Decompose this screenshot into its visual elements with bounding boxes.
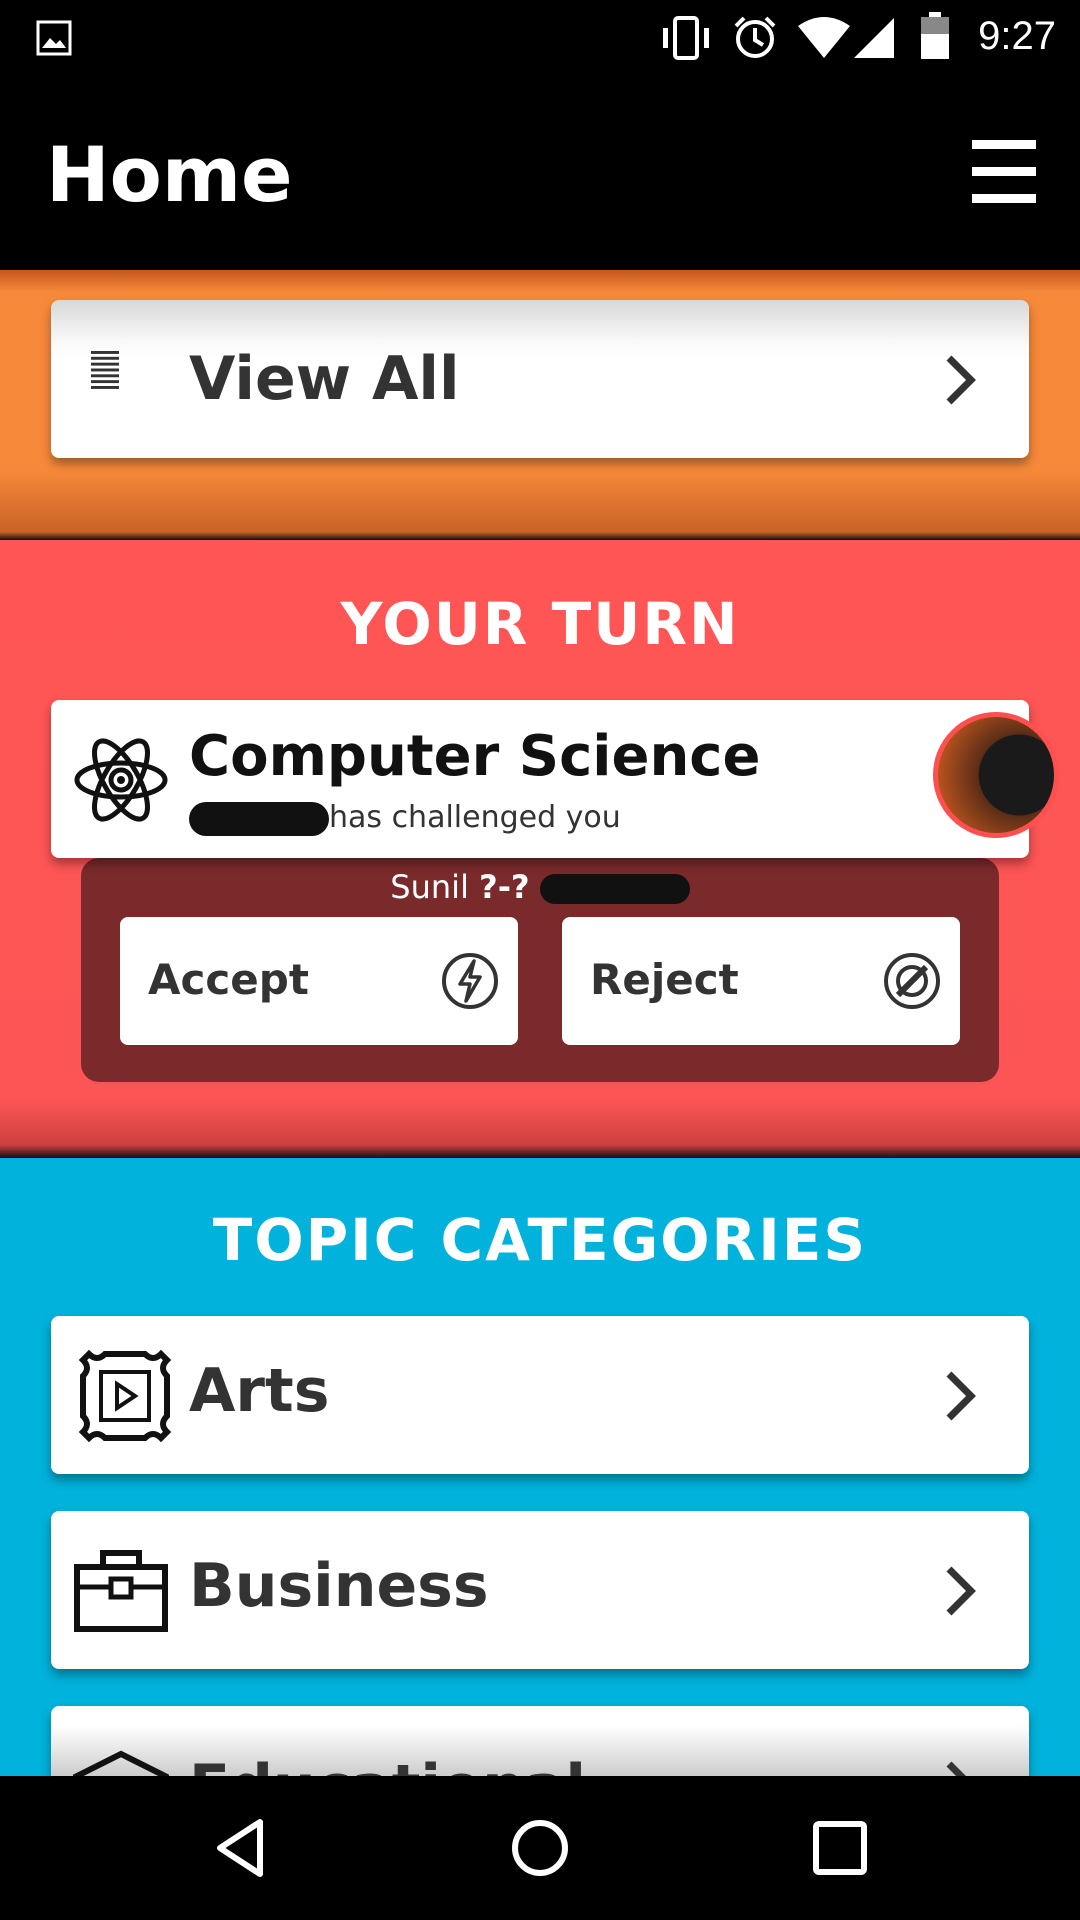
lightning-icon: [442, 953, 498, 1009]
back-icon[interactable]: [210, 1816, 274, 1880]
battery-icon: [921, 12, 949, 59]
list-icon: [91, 351, 119, 389]
topic-label: Arts: [189, 1356, 330, 1426]
topic-label: Business: [189, 1551, 489, 1621]
block-icon: [884, 953, 940, 1009]
system-nav-bar: [0, 1776, 1080, 1920]
accept-label: Accept: [148, 955, 309, 1004]
score-line: Sunil ?-?: [0, 868, 1080, 906]
alarm-icon: [734, 16, 776, 58]
briefcase-icon: [74, 1550, 168, 1632]
page-title: Home: [46, 130, 293, 219]
challenge-topic: Computer Science: [189, 724, 761, 789]
vibrate-icon: [663, 16, 709, 60]
gallery-notification-icon: [36, 20, 72, 56]
accept-button[interactable]: Accept: [120, 917, 518, 1045]
challenge-card[interactable]: Computer Science has challenged you: [51, 700, 1059, 858]
atom-icon: [74, 738, 168, 822]
chevron-right-icon: [946, 1566, 976, 1616]
topic-categories-heading: TOPIC CATEGORIES: [212, 1206, 868, 1274]
topic-business[interactable]: Business: [51, 1511, 1029, 1669]
app-bar: Home: [0, 78, 1080, 270]
wifi-icon: [798, 17, 850, 58]
topic-label: Educational: [189, 1752, 586, 1776]
reject-button[interactable]: Reject: [562, 917, 960, 1045]
topic-arts[interactable]: Arts: [51, 1316, 1029, 1474]
view-all-label: View All: [189, 344, 460, 414]
home-icon[interactable]: [508, 1816, 572, 1880]
chevron-right-icon: [946, 1371, 976, 1421]
score-player: Sunil: [390, 868, 469, 906]
status-bar: 9:27: [0, 0, 1080, 78]
score-value: ?-?: [479, 868, 530, 906]
cell-signal-icon: [854, 18, 894, 58]
reject-label: Reject: [590, 955, 739, 1004]
picture-frame-icon: [78, 1349, 172, 1443]
chevron-right-icon: [946, 355, 976, 405]
recents-icon[interactable]: [810, 1818, 870, 1878]
chevron-right-icon: [946, 1761, 966, 1776]
redacted-opponent-name: [539, 874, 690, 904]
challenge-subtitle: has challenged you: [189, 800, 621, 836]
graduation-cap-icon: [73, 1750, 169, 1776]
challenge-subtitle-text: has challenged you: [329, 800, 621, 835]
status-time: 9:27: [978, 14, 1056, 58]
topic-educational[interactable]: Educational: [51, 1706, 1029, 1776]
menu-button[interactable]: [966, 136, 1038, 208]
opponent-avatar[interactable]: [933, 712, 1059, 838]
your-turn-heading: YOUR TURN: [340, 590, 740, 658]
view-all-button[interactable]: View All: [51, 300, 1029, 458]
redacted-name: [189, 801, 329, 836]
